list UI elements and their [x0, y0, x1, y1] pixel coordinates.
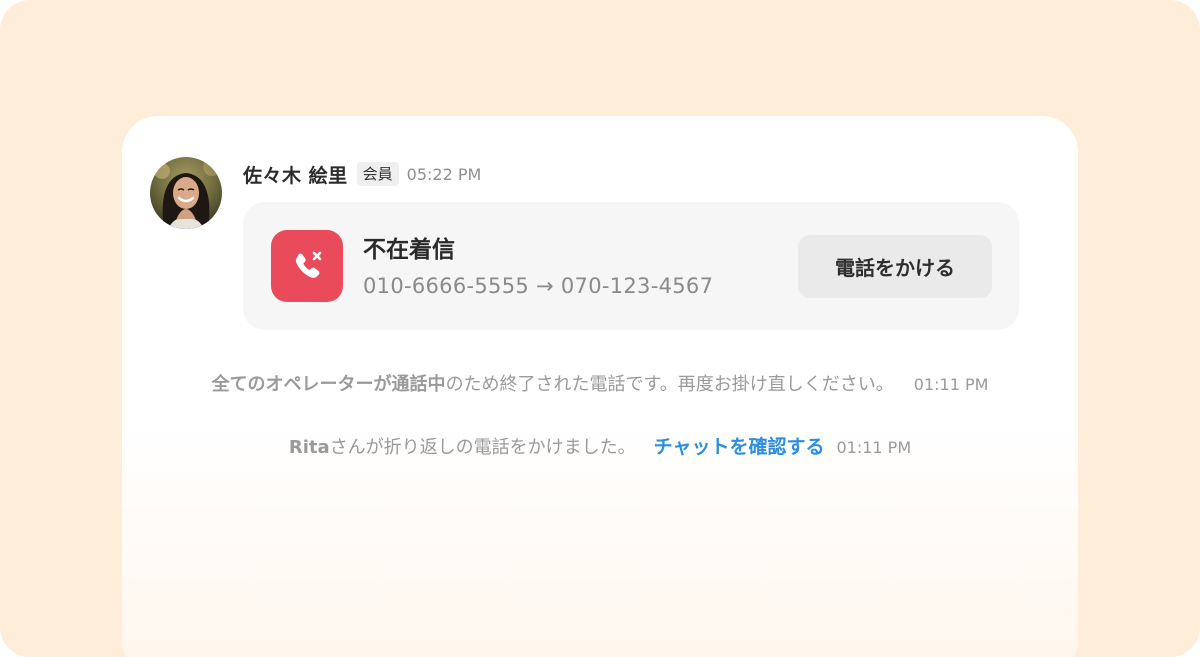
page-background: 佐々木 絵里 会員 05:22 PM 不在着信 010-6666-5555 → …: [0, 0, 1200, 657]
avatar[interactable]: [150, 157, 222, 229]
system-message-body: さんが折り返しの電話をかけました。: [329, 437, 636, 458]
message-header: 佐々木 絵里 会員 05:22 PM: [243, 158, 481, 190]
call-route: 010-6666-5555 → 070-123-4567: [363, 274, 714, 298]
system-message-body: のため終了された電話です。再度お掛け直しください。: [445, 374, 894, 395]
chat-panel: 佐々木 絵里 会員 05:22 PM 不在着信 010-6666-5555 → …: [122, 116, 1078, 657]
system-message-strong: 全てのオペレーターが通話中: [211, 374, 446, 395]
call-back-button[interactable]: 電話をかける: [798, 235, 992, 298]
missed-call-card: 不在着信 010-6666-5555 → 070-123-4567 電話をかける: [243, 202, 1019, 330]
call-title: 不在着信: [363, 237, 455, 263]
system-message-time: 01:11 PM: [913, 375, 989, 394]
system-message-text: 全てのオペレーターが通話中のため終了された電話です。再度お掛け直しください。: [212, 370, 894, 396]
sender-name[interactable]: 佐々木 絵里: [243, 161, 348, 188]
system-message-time: 01:11 PM: [836, 438, 912, 457]
system-message: Ritaさんが折り返しの電話をかけました。 チャットを確認する 01:11 PM: [122, 432, 1078, 459]
view-chat-link[interactable]: チャットを確認する: [654, 432, 825, 459]
user-avatar-icon: [150, 157, 222, 229]
system-message: 全てのオペレーターが通話中のため終了された電話です。再度お掛け直しください。 0…: [122, 370, 1078, 396]
missed-call-icon: [271, 230, 343, 302]
member-badge: 会員: [356, 162, 399, 186]
system-message-text: Ritaさんが折り返しの電話をかけました。: [289, 433, 636, 459]
system-message-strong: Rita: [288, 437, 330, 458]
message-time: 05:22 PM: [406, 164, 482, 184]
